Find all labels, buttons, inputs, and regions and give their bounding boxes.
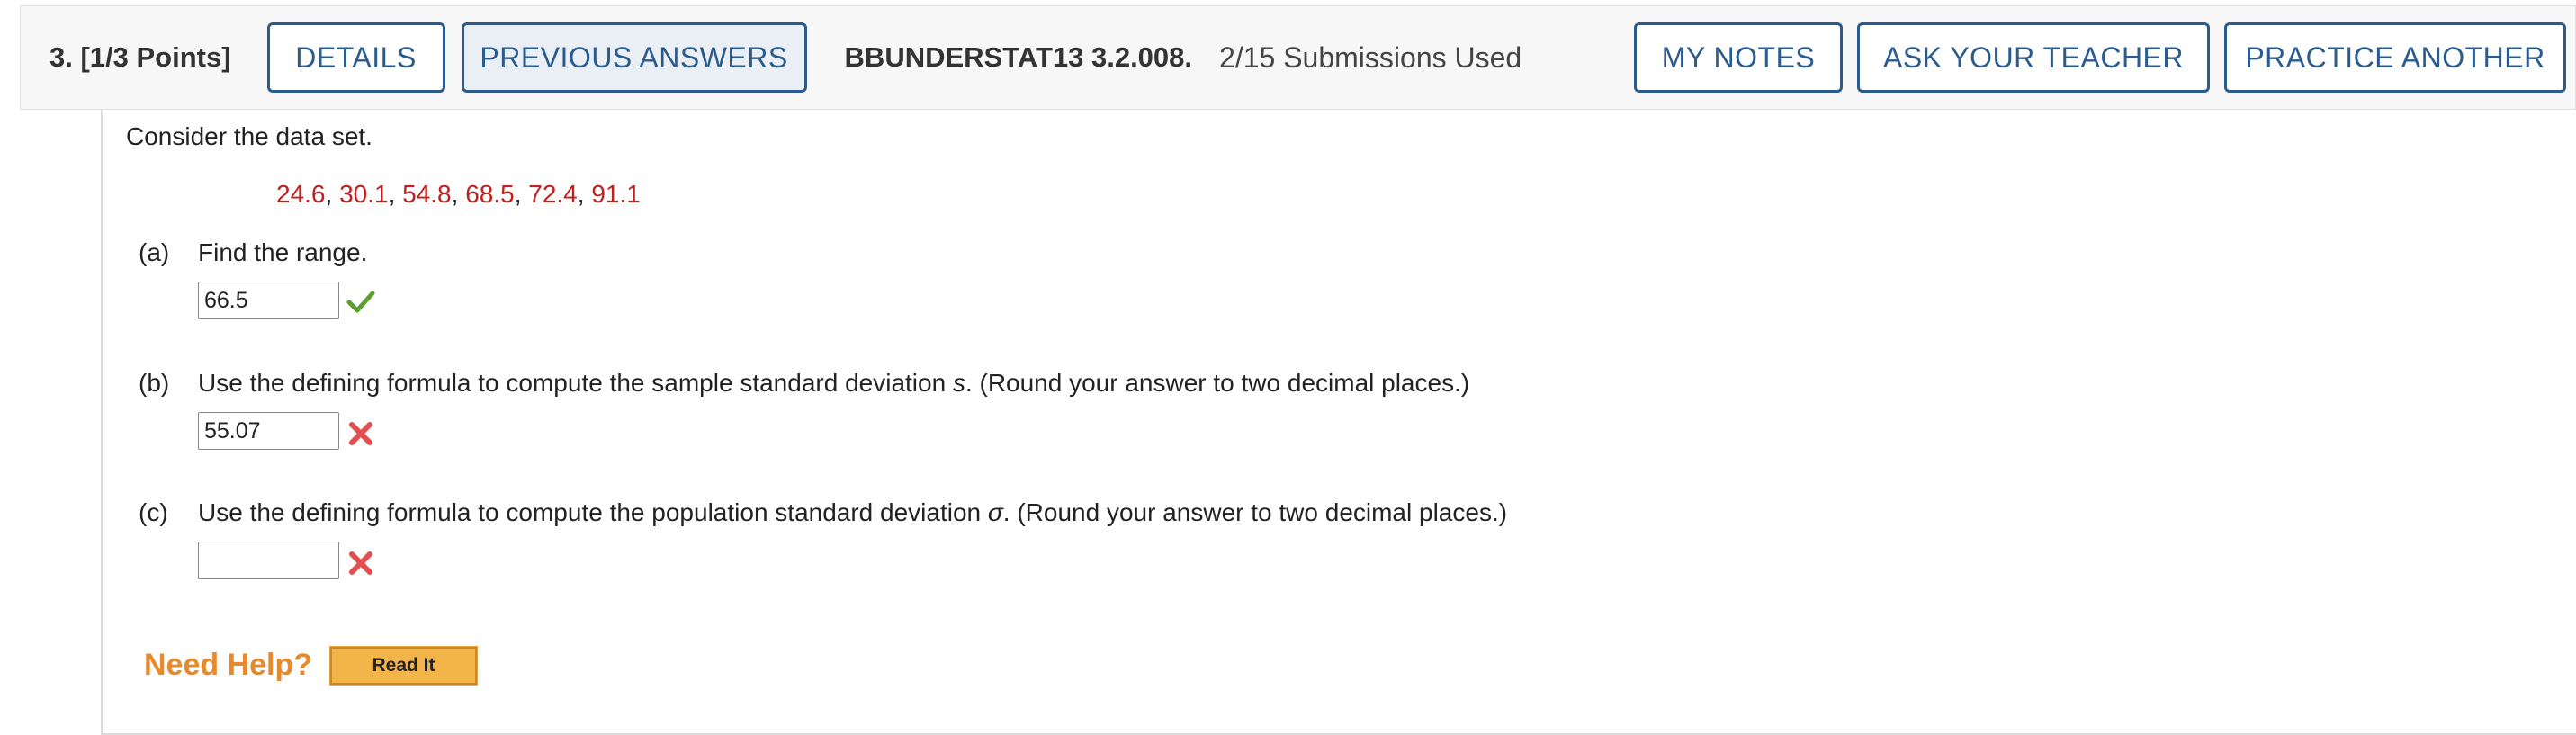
need-help-label: Need Help?	[144, 648, 313, 682]
practice-another-button[interactable]: PRACTICE ANOTHER	[2224, 22, 2566, 93]
x-mark-icon	[349, 422, 372, 445]
previous-answers-button[interactable]: PREVIOUS ANSWERS	[461, 22, 807, 93]
data-set: 24.6, 30.1, 54.8, 68.5, 72.4, 91.1	[276, 180, 641, 209]
read-it-button[interactable]: Read It	[329, 646, 478, 686]
question-number: 3. [1/3 Points]	[49, 41, 231, 73]
data-value: 72.4	[528, 180, 578, 208]
data-separator: ,	[577, 180, 592, 208]
check-icon	[346, 291, 375, 313]
part-c-answer-input[interactable]	[198, 542, 339, 579]
details-button[interactable]: DETAILS	[266, 22, 445, 93]
data-value: 68.5	[465, 180, 515, 208]
part-c-prompt-text: Use the defining formula to compute the …	[198, 498, 988, 526]
part-b-symbol: s	[952, 369, 965, 397]
part-b-prompt: Use the defining formula to compute the …	[198, 369, 1469, 398]
data-value: 24.6	[276, 180, 326, 208]
part-a-prompt-text: Find the range.	[198, 238, 368, 266]
my-notes-button[interactable]: MY NOTES	[1634, 22, 1843, 93]
data-value: 30.1	[339, 180, 389, 208]
data-separator: ,	[451, 180, 466, 208]
data-separator: ,	[388, 180, 403, 208]
ask-teacher-button[interactable]: ASK YOUR TEACHER	[1857, 22, 2210, 93]
part-c-label: (c)	[139, 498, 168, 526]
part-b-prompt-text: Use the defining formula to compute the …	[198, 369, 953, 397]
data-value: 91.1	[591, 180, 641, 208]
question-header: 3. [1/3 Points] DETAILS PREVIOUS ANSWERS…	[20, 5, 2576, 110]
data-value: 54.8	[402, 180, 452, 208]
submissions-used: 2/15 Submissions Used	[1219, 40, 1522, 74]
part-c-prompt-rest: . (Round your answer to two decimal plac…	[1002, 498, 1508, 526]
header-actions: MY NOTES ASK YOUR TEACHER PRACTICE ANOTH…	[1634, 22, 2566, 93]
part-c-prompt: Use the defining formula to compute the …	[198, 498, 1507, 527]
part-a-answer-input[interactable]	[198, 282, 339, 319]
part-b-answer-input[interactable]	[198, 412, 339, 450]
data-separator: ,	[514, 180, 529, 208]
problem-code: BBUNDERSTAT13 3.2.008.	[844, 41, 1193, 73]
problem-intro: Consider the data set.	[126, 122, 372, 150]
data-separator: ,	[325, 180, 340, 208]
part-a-prompt: Find the range.	[198, 238, 367, 267]
part-a-label: (a)	[139, 238, 170, 266]
part-c-symbol: σ	[987, 498, 1003, 526]
x-mark-icon	[349, 551, 372, 575]
part-b-prompt-rest: . (Round your answer to two decimal plac…	[965, 369, 1470, 397]
part-b-label: (b)	[139, 369, 170, 397]
